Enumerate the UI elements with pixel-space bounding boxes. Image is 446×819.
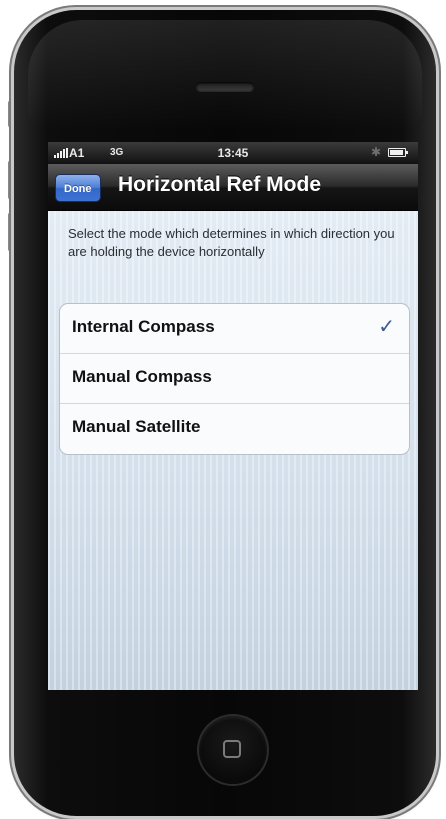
device-stage: A1 3G 13:45 ✱ Done Horizontal Ref Mode S… (0, 0, 446, 819)
option-manual-compass[interactable]: Manual Compass (60, 354, 409, 404)
checkmark-icon: ✓ (378, 316, 395, 338)
option-manual-satellite[interactable]: Manual Satellite (60, 404, 409, 454)
settings-content: Select the mode which determines in whic… (48, 211, 418, 690)
mode-options-group: Internal Compass ✓ Manual Compass Manual… (59, 303, 410, 455)
status-bar: A1 3G 13:45 ✱ (48, 142, 418, 164)
mode-description: Select the mode which determines in whic… (68, 226, 395, 259)
earpiece-speaker (196, 82, 254, 91)
phone-gloss (28, 20, 422, 130)
page-title: Horizontal Ref Mode (118, 173, 321, 196)
done-button[interactable]: Done (55, 174, 101, 202)
home-button-icon (223, 740, 241, 758)
phone-screen: A1 3G 13:45 ✱ Done Horizontal Ref Mode S… (48, 142, 418, 690)
navigation-bar: Done Horizontal Ref Mode (48, 164, 418, 211)
option-label: Manual Satellite (72, 417, 201, 436)
battery-icon (388, 148, 408, 157)
option-label: Manual Compass (72, 367, 212, 386)
home-button[interactable] (199, 716, 267, 784)
option-internal-compass[interactable]: Internal Compass ✓ (60, 304, 409, 354)
status-time: 13:45 (217, 146, 249, 160)
bluetooth-icon: ✱ (371, 145, 382, 159)
option-label: Internal Compass (72, 317, 215, 336)
